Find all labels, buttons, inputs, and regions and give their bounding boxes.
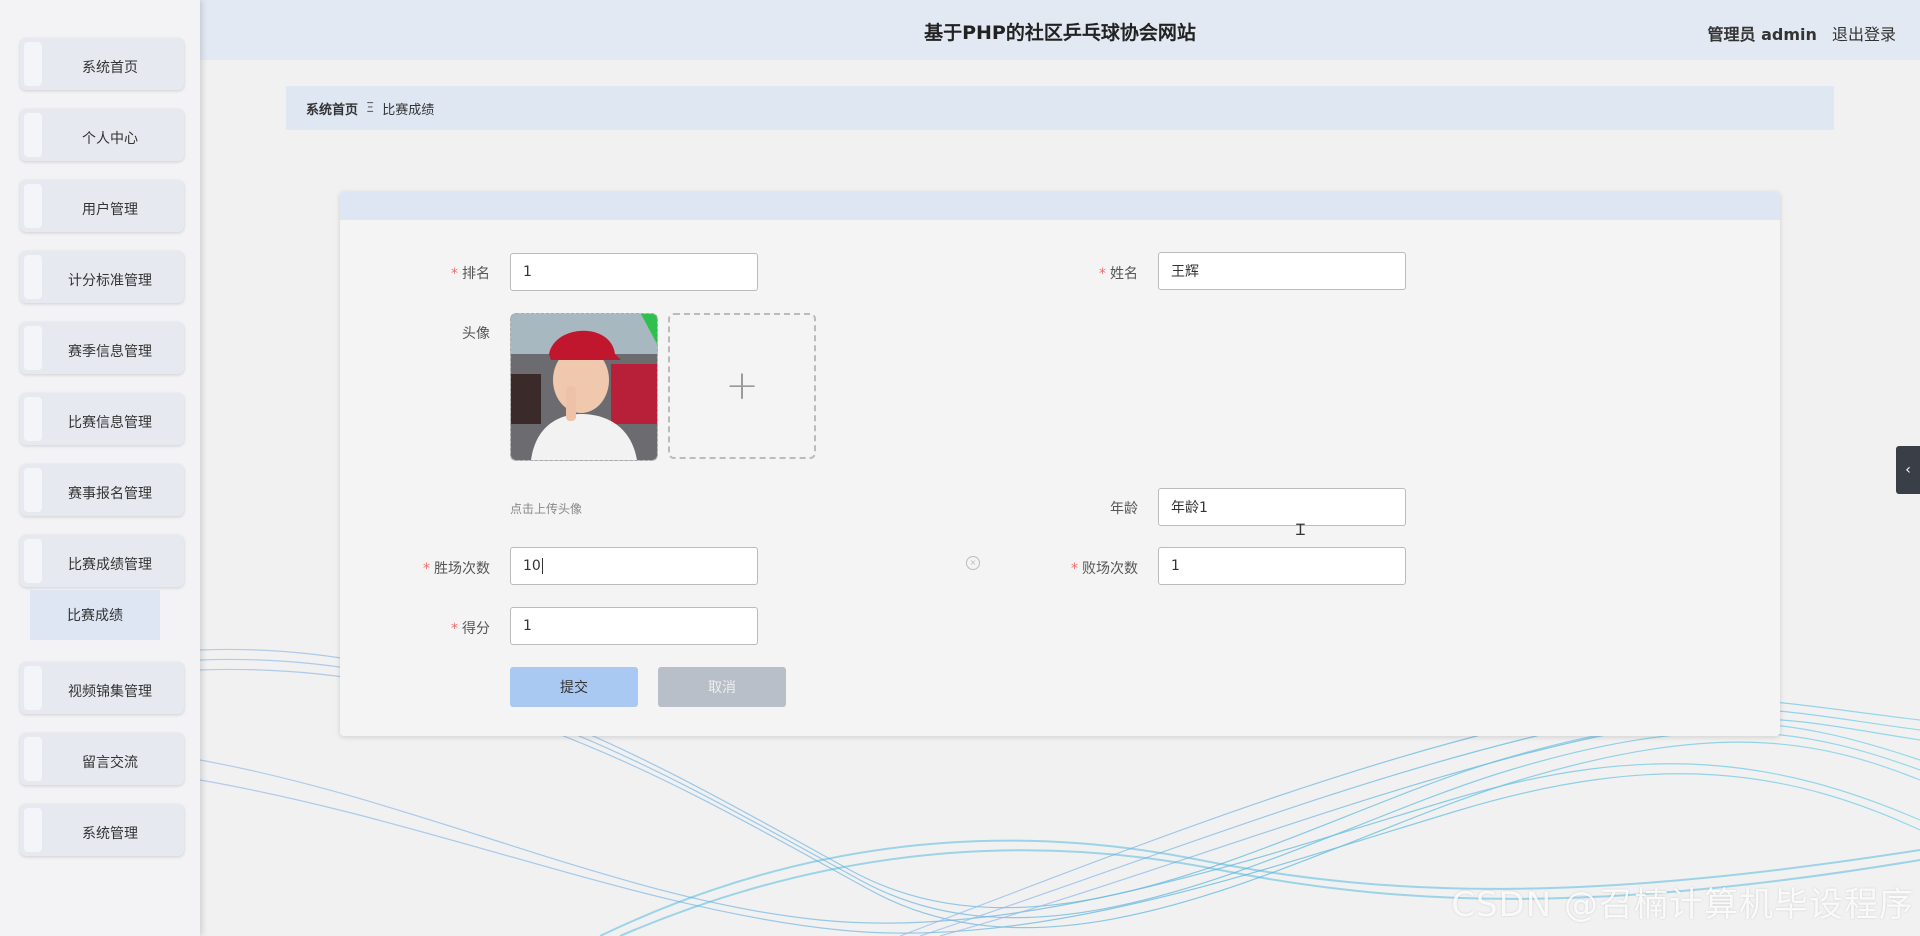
losses-value: 1 xyxy=(1171,558,1180,574)
name-input[interactable]: 王辉 xyxy=(1158,252,1406,290)
required-mark: * xyxy=(451,266,458,282)
age-label: 年龄 xyxy=(1110,501,1138,517)
rank-value: 1 xyxy=(523,264,532,280)
sidebar-item-label: 系统管理 xyxy=(82,826,138,842)
sidebar-item-label: 个人中心 xyxy=(82,131,138,147)
breadcrumb-current: 比赛成绩 xyxy=(382,102,435,118)
text-cursor-icon: Ɪ xyxy=(1296,520,1305,539)
sidebar-item-match-results[interactable]: 比赛成绩管理 xyxy=(20,535,184,587)
sidebar-item-match-info[interactable]: 比赛信息管理 xyxy=(20,393,184,445)
sidebar-item-scoring-standard[interactable]: 计分标准管理 xyxy=(20,251,184,303)
breadcrumb: 系统首页 Ξ 比赛成绩 xyxy=(286,86,1834,130)
sidebar-item-label: 系统首页 xyxy=(82,60,138,76)
sidebar-item-system-management[interactable]: 系统管理 xyxy=(20,804,184,856)
required-mark: * xyxy=(1071,561,1078,577)
sidebar-subitem-label: 比赛成绩 xyxy=(67,608,123,624)
sidebar-item-label: 赛季信息管理 xyxy=(68,344,152,360)
wins-label-text: 胜场次数 xyxy=(434,561,490,577)
required-mark: * xyxy=(423,561,430,577)
losses-input[interactable]: 1 xyxy=(1158,547,1406,585)
age-input[interactable]: 年龄1 xyxy=(1158,488,1406,526)
wins-input[interactable]: 10 xyxy=(510,547,758,585)
losses-label: * 败场次数 xyxy=(988,558,1138,578)
rank-input[interactable]: 1 xyxy=(510,253,758,291)
plus-icon: + xyxy=(725,363,759,409)
breadcrumb-home[interactable]: 系统首页 xyxy=(306,99,358,118)
sidebar-subitem-match-results[interactable]: 比赛成绩 xyxy=(30,590,160,640)
sidebar-item-label: 赛事报名管理 xyxy=(68,486,152,502)
clear-icon: × xyxy=(966,556,980,570)
score-input[interactable]: 1 xyxy=(510,607,758,645)
user-area: 管理员 admin 退出登录 xyxy=(1708,21,1896,45)
wins-label: * 胜场次数 xyxy=(340,558,490,578)
sidebar-item-user-management[interactable]: 用户管理 xyxy=(20,180,184,232)
sidebar-item-label: 留言交流 xyxy=(82,755,138,771)
avatar-label: 头像 xyxy=(462,326,490,342)
name-value: 王辉 xyxy=(1171,264,1199,280)
logout-link[interactable]: 退出登录 xyxy=(1832,25,1896,44)
site-title: 基于PHP的社区乒乓球协会网站 xyxy=(924,22,1196,44)
breadcrumb-separator: Ξ xyxy=(366,100,375,116)
rank-label-text: 排名 xyxy=(462,266,490,282)
age-value: 年龄1 xyxy=(1171,500,1208,516)
watermark: CSDN @召楠计算机毕设程序 xyxy=(1451,885,1914,925)
sidebar-item-label: 比赛信息管理 xyxy=(68,415,152,431)
sidebar-item-label: 计分标准管理 xyxy=(68,273,152,289)
score-label: * 得分 xyxy=(340,618,490,638)
avatar-photo xyxy=(511,314,657,460)
card-header-bar xyxy=(340,192,1780,220)
score-label-text: 得分 xyxy=(462,621,490,637)
wins-value: 10 xyxy=(523,558,541,574)
losses-label-text: 败场次数 xyxy=(1082,561,1138,577)
sidebar-item-registration[interactable]: 赛事报名管理 xyxy=(20,464,184,516)
name-label: * 姓名 xyxy=(988,263,1138,283)
submit-button[interactable]: 提交 xyxy=(510,667,638,707)
upload-hint: 点击上传头像 xyxy=(510,502,583,516)
upload-avatar-button[interactable]: + xyxy=(668,313,816,459)
edit-form-card: * 排名 1 * 姓名 王辉 头像 + 点击上传头像 年龄 年龄1 * 胜场次数 10… xyxy=(340,192,1780,736)
rank-label: * 排名 xyxy=(340,263,490,283)
sidebar-item-season-info[interactable]: 赛季信息管理 xyxy=(20,322,184,374)
collapse-panel-tab[interactable]: ‹ xyxy=(1896,446,1920,494)
text-cursor xyxy=(541,558,543,574)
required-mark: * xyxy=(1099,266,1106,282)
sidebar-item-label: 视频锦集管理 xyxy=(68,684,152,700)
sidebar-item-label: 比赛成绩管理 xyxy=(68,557,152,573)
score-value: 1 xyxy=(523,618,532,634)
sidebar-item-personal-center[interactable]: 个人中心 xyxy=(20,109,184,161)
sidebar-item-video-collection[interactable]: 视频锦集管理 xyxy=(20,662,184,714)
avatar-image[interactable] xyxy=(510,313,658,461)
name-label-text: 姓名 xyxy=(1110,266,1138,282)
sidebar-item-message-board[interactable]: 留言交流 xyxy=(20,733,184,785)
chevron-left-icon: ‹ xyxy=(1905,462,1911,478)
required-mark: * xyxy=(451,621,458,637)
top-header: 基于PHP的社区乒乓球协会网站 管理员 admin 退出登录 xyxy=(200,0,1920,60)
cancel-button[interactable]: 取消 xyxy=(658,667,786,707)
sidebar-item-label: 用户管理 xyxy=(82,202,138,218)
sidebar-item-home[interactable]: 系统首页 xyxy=(20,38,184,90)
admin-label: 管理员 admin xyxy=(1707,25,1817,44)
sidebar: 系统首页 个人中心 用户管理 计分标准管理 赛季信息管理 比赛信息管理 赛事报名… xyxy=(0,0,200,936)
